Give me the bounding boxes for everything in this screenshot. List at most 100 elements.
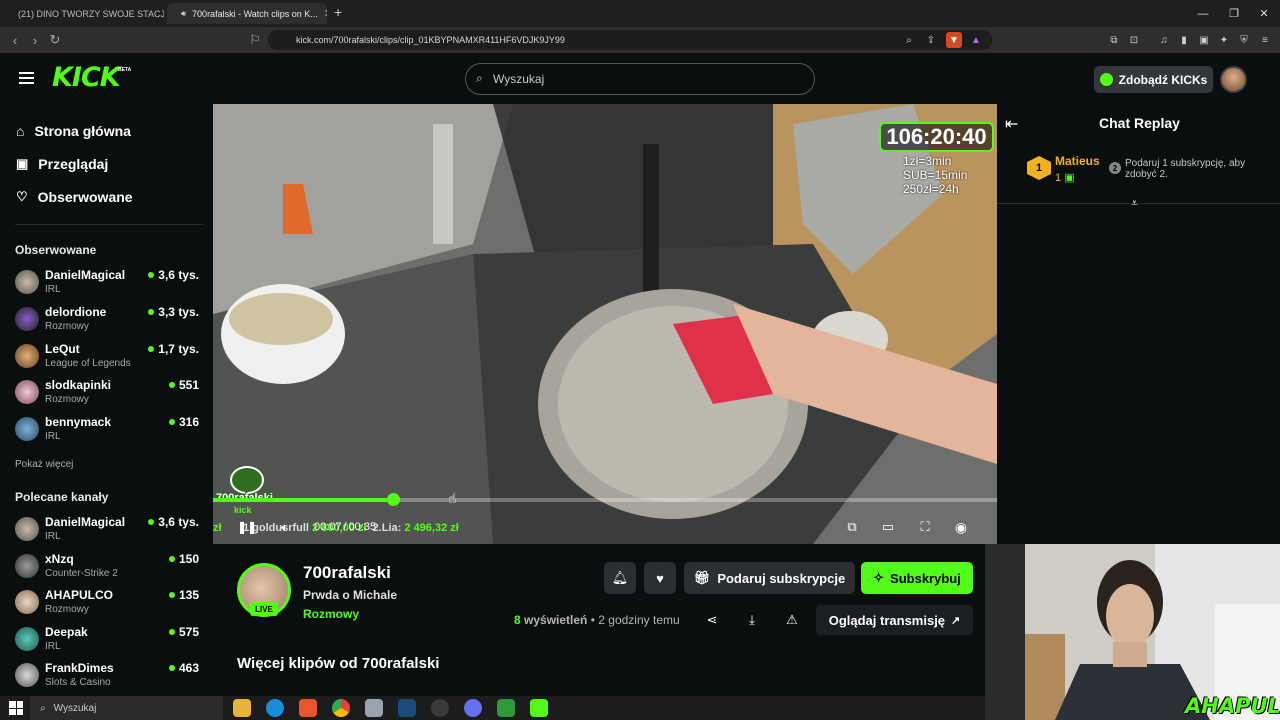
viewer-count-value: 150 xyxy=(178,552,199,566)
app-icon[interactable] xyxy=(365,699,383,717)
wallet-icon[interactable]: ▣ xyxy=(1196,32,1212,48)
close-tab-icon[interactable]: ✕ xyxy=(324,7,327,20)
download-icon[interactable]: ⤓ xyxy=(741,611,763,629)
gift-sub-button[interactable]: 🎁︎ Podaruj subskrypcje xyxy=(684,562,855,594)
notifications-button[interactable]: 🔔︎ xyxy=(604,562,636,594)
channel-avatar xyxy=(15,554,39,578)
ticker-second-amount: 2 496,32 zł xyxy=(404,522,459,534)
windows-start-icon[interactable] xyxy=(9,701,23,715)
brave-shield-icon[interactable]: ▼ xyxy=(946,32,962,48)
viewer-count: 575 xyxy=(168,625,199,639)
vpn-icon[interactable]: ⛨ xyxy=(1236,32,1252,48)
channel-avatar xyxy=(15,627,39,651)
report-icon[interactable]: ⚠ xyxy=(781,611,803,629)
watch-stream-button[interactable]: Oglądaj transmisję ↗ xyxy=(816,605,973,635)
forward-icon[interactable]: › xyxy=(26,32,44,48)
sidebar-toggle-icon[interactable]: ▮ xyxy=(1176,32,1192,48)
followed-channel[interactable]: slodkapinki Rozmowy 551 xyxy=(15,376,203,410)
rate-line: SUB=15min xyxy=(903,168,968,182)
url-text: kick.com/700rafalski/clips/clip_01KBYPNA… xyxy=(296,35,565,45)
clip-stats: 8 wyświetleń • 2 godziny temu xyxy=(514,613,680,627)
file-explorer-icon[interactable] xyxy=(233,699,251,717)
follow-button[interactable]: ♥ xyxy=(644,562,676,594)
new-tab-button[interactable]: + xyxy=(334,4,342,20)
live-dot-icon xyxy=(168,382,175,388)
brave-icon[interactable] xyxy=(299,699,317,717)
zoom-icon[interactable]: ⌕ xyxy=(901,32,917,48)
chat-username[interactable]: Matieus xyxy=(1055,154,1100,168)
steam-icon[interactable] xyxy=(398,699,416,717)
search-input[interactable]: ⌕ Wyszukaj xyxy=(465,63,815,95)
hamburger-menu-icon[interactable] xyxy=(19,72,34,84)
fullscreen-icon[interactable]: ⛶ xyxy=(916,518,934,536)
followed-channel[interactable]: LeQut League of Legends 1,7 tys. xyxy=(15,340,203,374)
share-page-icon[interactable]: ⇪ xyxy=(923,32,939,48)
followed-channel[interactable]: bennymack IRL 316 xyxy=(15,413,203,447)
clip-category[interactable]: Rozmowy xyxy=(303,607,359,621)
brave-rewards-icon[interactable]: ▲ xyxy=(968,32,984,48)
volume-icon[interactable]: 🔈︎ xyxy=(276,518,294,536)
ai-icon[interactable]: ✦ xyxy=(1216,32,1232,48)
restore-icon[interactable]: ❐ xyxy=(1217,0,1251,27)
followed-channel[interactable]: delordione Rozmowy 3,3 tys. xyxy=(15,303,203,337)
obs-icon[interactable] xyxy=(431,699,449,717)
show-more-link[interactable]: Pokaż więcej xyxy=(15,459,73,470)
channel-category: Rozmowy xyxy=(45,394,89,405)
clip-replay-icon[interactable]: ◉ xyxy=(952,518,970,536)
sidebar-item-following[interactable]: ♡ Obserwowane xyxy=(16,186,133,208)
chrome-icon[interactable] xyxy=(332,699,350,717)
channel-name: bennymack xyxy=(45,415,112,429)
collapse-chat-icon[interactable]: ⇤ xyxy=(1005,114,1018,134)
browser-tab-kick[interactable]: 🔊︎ 700rafalski - Watch clips on K... ✕ xyxy=(167,3,327,24)
video-player[interactable] xyxy=(213,104,997,544)
search-placeholder: Wyszukaj xyxy=(493,72,545,86)
gift-sub-label: Podaruj subskrypcje xyxy=(717,570,846,586)
extensions-icon[interactable]: ⧉ xyxy=(1106,32,1122,48)
sidebar-item-home[interactable]: ⌂ Strona główna xyxy=(16,120,131,142)
back-icon[interactable]: ‹ xyxy=(6,32,24,48)
close-window-icon[interactable]: ✕ xyxy=(1247,0,1280,27)
music-icon[interactable]: ♫ xyxy=(1156,32,1172,48)
live-dot-icon xyxy=(168,419,175,425)
url-field[interactable]: kick.com/700rafalski/clips/clip_01KBYPNA… xyxy=(268,30,992,50)
pause-icon[interactable]: ❚❚ xyxy=(237,518,257,536)
recommended-channel[interactable]: Deepak IRL 575 xyxy=(15,623,203,657)
edge-icon[interactable] xyxy=(266,699,284,717)
viewer-count-value: 551 xyxy=(178,378,199,392)
recommended-channel[interactable]: xNzq Counter-Strike 2 150 xyxy=(15,550,203,584)
progress-handle[interactable] xyxy=(387,493,400,506)
share-icon[interactable]: ⋖ xyxy=(701,611,723,629)
taskbar-search[interactable]: ⌕ Wyszukaj xyxy=(30,696,223,720)
scroll-to-bottom-icon[interactable]: ⩡ xyxy=(1131,196,1138,211)
viewer-count: 316 xyxy=(168,415,199,429)
bookmark-icon[interactable]: ⚐ xyxy=(246,32,264,48)
get-kicks-button[interactable]: Zdobądź KICKs xyxy=(1094,66,1213,93)
followed-channel[interactable]: DanielMagical IRL 3,6 tys. xyxy=(15,266,203,300)
subscribe-button[interactable]: ✧ Subskrybuj xyxy=(861,562,973,594)
recommended-channel[interactable]: FrankDimes Slots & Casino 463 xyxy=(15,659,203,693)
channel-category: Slots & Casino xyxy=(45,677,111,688)
user-avatar[interactable] xyxy=(1220,66,1247,93)
channel-category: Counter-Strike 2 xyxy=(45,568,118,579)
kick-app-icon[interactable] xyxy=(530,699,548,717)
minimize-icon[interactable]: — xyxy=(1186,0,1220,27)
theater-mode-icon[interactable]: ▭ xyxy=(879,518,897,536)
sidebar-item-browse[interactable]: ▣ Przeglądaj xyxy=(16,153,108,175)
recommended-channel[interactable]: DanielMagical IRL 3,6 tys. xyxy=(15,513,203,547)
reload-icon[interactable]: ↻ xyxy=(46,32,64,48)
subathon-rates: 1zł=3min SUB=15min 250zł=24h xyxy=(903,154,967,196)
menu-icon[interactable]: ≡ xyxy=(1257,32,1273,48)
recommended-channel[interactable]: AHAPULCO Rozmowy 135 xyxy=(15,586,203,620)
sub-badge-icon: 1 xyxy=(1027,156,1051,180)
channel-name[interactable]: 700rafalski xyxy=(303,563,391,583)
discord-icon[interactable] xyxy=(464,699,482,717)
search-icon: ⌕ xyxy=(476,71,483,85)
play-app-icon[interactable] xyxy=(497,699,515,717)
tab-title: 700rafalski - Watch clips on K... xyxy=(192,8,318,19)
browser-tab-youtube[interactable]: (21) DINO TWORZY SWOJE STACJE... xyxy=(4,3,164,24)
viewer-count: 135 xyxy=(168,588,199,602)
pip-icon[interactable]: ⧉ xyxy=(843,518,861,536)
kick-logo[interactable]: KICK xyxy=(52,62,121,93)
screenshot-icon[interactable]: ⊡ xyxy=(1126,32,1142,48)
live-badge: LIVE xyxy=(250,602,278,616)
